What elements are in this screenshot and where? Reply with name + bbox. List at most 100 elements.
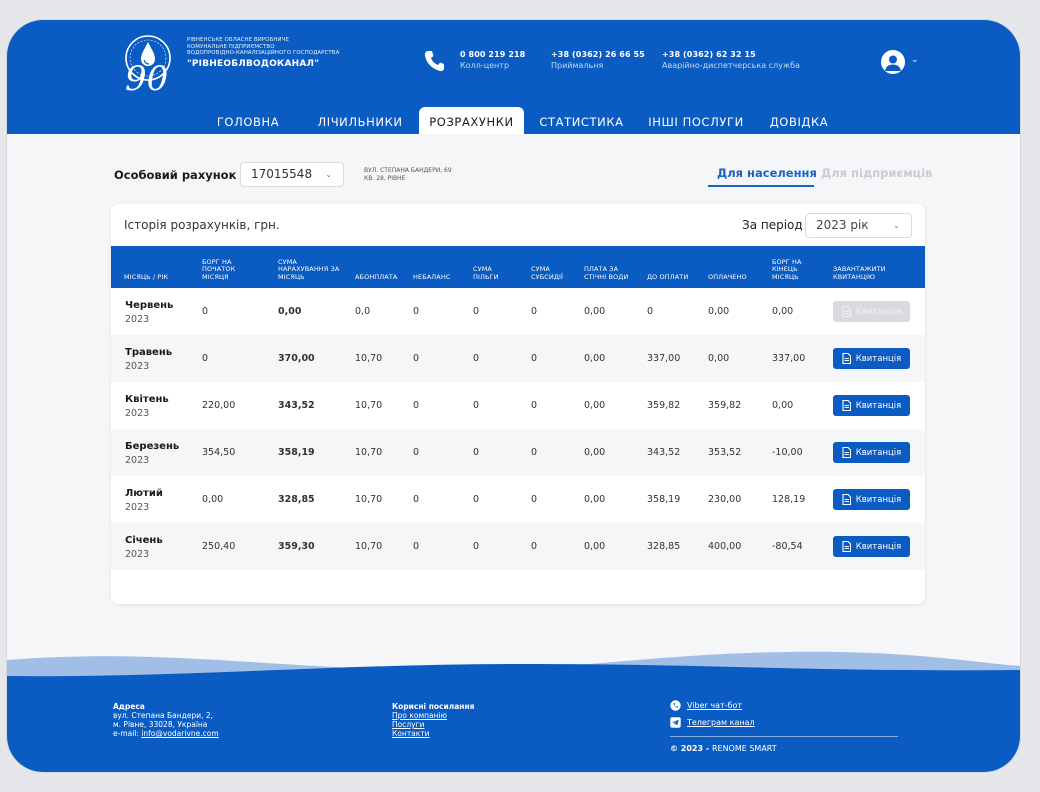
contact-reception[interactable]: +38 (0362) 26 66 55 Приймальня bbox=[551, 50, 645, 70]
period-value: 2023 рік bbox=[816, 218, 869, 232]
cell-charge: 358,19 bbox=[278, 447, 315, 458]
download-receipt-button[interactable]: Квитанція bbox=[833, 536, 910, 557]
col-subsidy[interactable]: Сума субсидії bbox=[531, 265, 571, 281]
row-year: 2023 bbox=[125, 408, 150, 419]
cell-paid: 353,52 bbox=[708, 447, 742, 458]
tab-other-services[interactable]: ІНШІ ПОСЛУГИ bbox=[640, 107, 752, 134]
table-row: Лютий 2023 0,00 328,85 10,70 0 0 0 0,00 358,19 230… bbox=[111, 476, 925, 523]
cell-debt-end: -10,00 bbox=[772, 447, 803, 458]
cell-imbalance: 0 bbox=[413, 353, 420, 364]
cell-charge: 359,30 bbox=[278, 541, 315, 552]
cell-fee: 10,70 bbox=[355, 447, 383, 458]
period-select[interactable]: 2023 рік ⌄ bbox=[805, 213, 912, 238]
footer: Адреса вул. Степана Бандери, 2, м. Рівне… bbox=[7, 680, 1020, 772]
link-contacts[interactable]: Контакти bbox=[392, 729, 475, 738]
col-charge[interactable]: Сума нарахування за місяць bbox=[278, 258, 344, 282]
cell-subsidy: 0 bbox=[531, 400, 538, 411]
cell-debt-start: 0 bbox=[202, 306, 209, 317]
cell-sewage: 0,00 bbox=[584, 306, 606, 317]
organization-name: Рівненське обласне виробниче комунальне … bbox=[187, 37, 339, 69]
row-year: 2023 bbox=[125, 455, 150, 466]
segment-business[interactable]: Для підприємців bbox=[821, 166, 932, 180]
cell-benefit: 0 bbox=[473, 400, 480, 411]
download-receipt-button[interactable]: Квитанція bbox=[833, 348, 910, 369]
download-receipt-button[interactable]: Квитанція bbox=[833, 442, 910, 463]
row-month: Березень bbox=[125, 441, 180, 452]
viber-label: Viber чат-бот bbox=[687, 701, 743, 710]
cell-paid: 0,00 bbox=[708, 353, 730, 364]
email-link[interactable]: info@vodarivne.com bbox=[141, 729, 218, 738]
col-to-pay[interactable]: До оплати bbox=[647, 273, 688, 282]
cell-sewage: 0,00 bbox=[584, 541, 606, 552]
address-line-1: вул. Степана Бандери, 2, bbox=[113, 711, 214, 720]
footer-divider bbox=[670, 736, 898, 737]
button-label: Квитанція bbox=[855, 541, 902, 552]
link-services[interactable]: Послуги bbox=[392, 720, 475, 729]
download-receipt-button[interactable]: Квитанція bbox=[833, 489, 910, 510]
table-row: Березень 2023 354,50 358,19 10,70 0 0 0 0,00 343,… bbox=[111, 429, 925, 476]
cell-debt-end: 337,00 bbox=[772, 353, 806, 364]
copyright-brand[interactable]: RENOME SMART bbox=[712, 744, 777, 753]
brand-name: "РІВНЕОБЛВОДОКАНАЛ" bbox=[187, 58, 320, 69]
table-row: Квітень 2023 220,00 343,52 10,70 0 0 0 0,00 359,8… bbox=[111, 382, 925, 429]
link-about[interactable]: Про компанію bbox=[392, 711, 475, 720]
cell-sewage: 0,00 bbox=[584, 400, 606, 411]
col-debt-start[interactable]: Борг на початок місяця bbox=[202, 258, 262, 282]
telegram-label: Телеграм канал bbox=[687, 718, 755, 727]
cell-subsidy: 0 bbox=[531, 541, 538, 552]
receipt-icon bbox=[842, 306, 851, 317]
account-label: Особовий рахунок bbox=[114, 168, 237, 182]
payment-history-card: Історія розрахунків, грн. За період 2023… bbox=[111, 204, 925, 604]
viber-link[interactable]: Viber чат-бот bbox=[670, 700, 742, 711]
contact-label: Приймальня bbox=[551, 61, 604, 70]
col-month[interactable]: Місяць / рік bbox=[124, 273, 168, 282]
col-download[interactable]: Завантажити квитанцію bbox=[833, 265, 903, 281]
col-debt-end[interactable]: Борг на кінець місяць bbox=[772, 258, 814, 282]
user-icon bbox=[885, 55, 901, 71]
account-select[interactable]: 17015548 ⌄ bbox=[240, 162, 344, 187]
tab-payments[interactable]: РОЗРАХУНКИ bbox=[419, 107, 524, 134]
contact-number: +38 (0362) 26 66 55 bbox=[551, 50, 645, 59]
phone-icon bbox=[424, 51, 444, 72]
contact-emergency[interactable]: +38 (0362) 62 32 15 Аварійно-диспетчерсь… bbox=[662, 50, 800, 70]
tab-statistics[interactable]: СТАТИСТИКА bbox=[534, 107, 629, 134]
cell-benefit: 0 bbox=[473, 447, 480, 458]
email-label: e-mail: bbox=[113, 729, 142, 738]
cell-benefit: 0 bbox=[473, 353, 480, 364]
account-address: ВУЛ. СТЕПАНА БАНДЕРИ, 69 КВ. 28, РІВНЕ bbox=[364, 167, 452, 182]
col-paid[interactable]: Оплачено bbox=[708, 273, 747, 282]
cell-fee: 10,70 bbox=[355, 494, 383, 505]
copyright: © 2023 - RENOME SMART bbox=[670, 744, 777, 753]
cell-paid: 400,00 bbox=[708, 541, 742, 552]
address-title: Адреса bbox=[113, 702, 145, 711]
cell-debt-start: 220,00 bbox=[202, 400, 236, 411]
cell-debt-end: 0,00 bbox=[772, 306, 794, 317]
table-row: Червень 2023 0 0,00 0,0 0 0 0 0,00 0 0,00 0,00 Квита… bbox=[111, 288, 925, 335]
cell-subsidy: 0 bbox=[531, 353, 538, 364]
user-avatar[interactable] bbox=[881, 50, 905, 74]
col-sewage[interactable]: Плата за стічні води bbox=[584, 265, 640, 281]
table-row: Травень 2023 0 370,00 10,70 0 0 0 0,00 337,00 0,00… bbox=[111, 335, 925, 382]
telegram-link[interactable]: Телеграм канал bbox=[670, 717, 755, 728]
chevron-down-icon[interactable]: ⌄ bbox=[911, 55, 919, 65]
org-line-1: Рівненське обласне виробниче bbox=[187, 37, 289, 43]
receipt-icon bbox=[842, 541, 851, 552]
address-line-2: м. Рівне, 33028, Україна bbox=[113, 720, 208, 729]
tab-meters[interactable]: ЛІЧИЛЬНИКИ bbox=[309, 107, 411, 134]
row-month: Січень bbox=[125, 535, 163, 546]
button-label: Квитанція bbox=[855, 400, 902, 411]
tab-help[interactable]: ДОВІДКА bbox=[763, 107, 835, 134]
logo-number: 90 bbox=[125, 59, 168, 96]
segment-population[interactable]: Для населення bbox=[717, 166, 817, 180]
contact-call-center[interactable]: 0 800 219 218 Колл-центр bbox=[460, 50, 525, 70]
col-imbalance[interactable]: Небаланс bbox=[413, 273, 450, 282]
address-line-1: ВУЛ. СТЕПАНА БАНДЕРИ, 69 bbox=[364, 167, 452, 174]
tab-home[interactable]: ГОЛОВНА bbox=[207, 107, 289, 134]
cell-sewage: 0,00 bbox=[584, 494, 606, 505]
download-receipt-button[interactable]: Квитанція bbox=[833, 395, 910, 416]
chevron-down-icon: ⌄ bbox=[325, 170, 332, 179]
col-fee[interactable]: Абонплата bbox=[355, 273, 397, 282]
col-benefit[interactable]: Сума пільги bbox=[473, 265, 507, 281]
company-logo[interactable]: 90 bbox=[115, 28, 181, 96]
cell-charge: 343,52 bbox=[278, 400, 315, 411]
